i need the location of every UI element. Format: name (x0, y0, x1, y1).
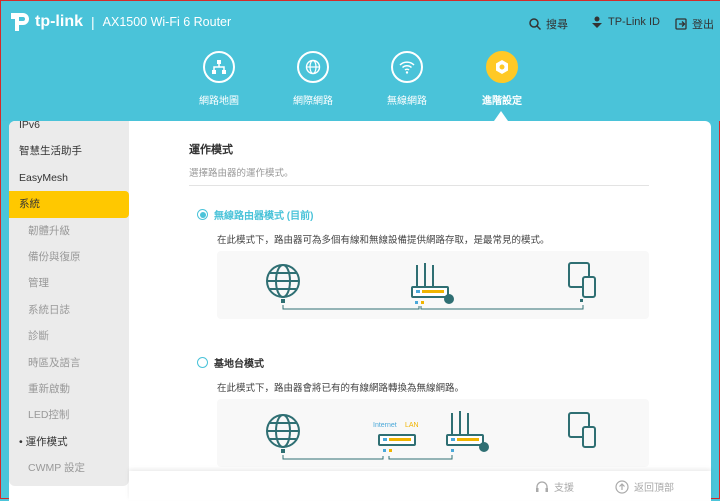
router-icon (446, 411, 489, 452)
tp-link-logo-icon (11, 13, 29, 31)
option-ap-mode[interactable]: 基地台模式 (197, 355, 264, 370)
search-label: 搜尋 (546, 19, 568, 31)
sidebar-item-easymesh[interactable]: EasyMesh (9, 165, 129, 191)
router-icon (411, 263, 454, 304)
sidebar-item-system-log[interactable]: 系統日誌 (9, 297, 129, 323)
logout-icon (675, 18, 687, 30)
page-title: 運作模式 (189, 144, 233, 156)
tp-link-logo[interactable]: tp-link | AX1500 Wi-Fi 6 Router (9, 11, 231, 33)
nav-label: 無線網路 (387, 96, 427, 107)
internet-port-label: Internet (373, 422, 397, 429)
option-label: 基地台模式 (214, 359, 264, 370)
globe-icon (266, 264, 300, 298)
content-panel: IPv6 智慧生活助手 EasyMesh 系統 韌體升級 備份與復原 管理 系統… (9, 121, 711, 501)
nav-advanced[interactable]: 進階設定 (462, 51, 542, 107)
nav-internet[interactable]: 網際網路 (273, 51, 353, 107)
sidebar-item-firmware-upgrade[interactable]: 韌體升級 (9, 218, 129, 244)
logout-label: 登出 (692, 19, 714, 31)
sidebar-item-system[interactable]: 系統 (9, 191, 129, 218)
modem-icon (378, 434, 416, 452)
radio-router-mode[interactable] (197, 209, 208, 220)
globe-icon (266, 414, 300, 448)
option-label: 無線路由器模式 (目前) (214, 211, 314, 222)
nav-label: 進階設定 (482, 96, 522, 107)
support-label: 支援 (554, 483, 574, 494)
back-to-top-link[interactable]: 返回頂部 (615, 479, 674, 494)
router-mode-illustration (217, 251, 649, 319)
support-link[interactable]: 支援 (535, 479, 574, 494)
search-button[interactable]: 搜尋 (529, 16, 568, 32)
page-description: 選擇路由器的運作模式。 (189, 165, 649, 186)
ap-mode-illustration: Internet LAN (217, 399, 649, 467)
lan-port-label: LAN (405, 422, 419, 429)
sidebar-item-operation-mode[interactable]: • 運作模式 (9, 429, 129, 455)
active-nav-indicator (494, 111, 508, 121)
user-icon (592, 16, 602, 28)
logout-button[interactable]: 登出 (675, 16, 714, 32)
sidebar-item-reboot[interactable]: 重新啟動 (9, 376, 129, 402)
option-router-mode[interactable]: 無線路由器模式 (目前) (197, 207, 313, 222)
sidebar-item-smart-assistant[interactable]: 智慧生活助手 (9, 138, 129, 164)
separator: | (91, 14, 95, 30)
brand-name: tp-link (35, 13, 83, 30)
sidebar-item-led-control[interactable]: LED控制 (9, 402, 129, 428)
sidebar-item-cwmp[interactable]: CWMP 設定 (9, 455, 129, 481)
gear-icon (496, 60, 508, 74)
header: tp-link | AX1500 Wi-Fi 6 Router 搜尋 TP-Li… (1, 1, 720, 121)
nav-label: 網際網路 (293, 96, 333, 107)
search-icon (529, 18, 541, 30)
sidebar-item-ipv6[interactable]: IPv6 (9, 121, 129, 138)
sidebar-item-backup-restore[interactable]: 備份與復原 (9, 244, 129, 270)
nav-network-map[interactable]: 網路地圖 (179, 51, 259, 107)
devices-icon (568, 412, 596, 448)
nav-label: 網路地圖 (199, 96, 239, 107)
headset-icon (536, 480, 548, 492)
arrow-up-icon (615, 479, 629, 494)
sidebar-item-administration[interactable]: 管理 (9, 270, 129, 296)
option-description: 在此模式下，路由器會將已有的有線網路轉換為無線網路。 (217, 383, 465, 394)
globe-icon (305, 59, 321, 75)
sidebar-item-diagnostics[interactable]: 診斷 (9, 323, 129, 349)
nav-wireless[interactable]: 無線網路 (367, 51, 447, 107)
footer: 支援 返回頂部 (129, 471, 711, 500)
devices-icon (568, 262, 596, 298)
wifi-icon (399, 61, 415, 74)
tplink-id-button[interactable]: TP-Link ID (591, 16, 660, 28)
sidebar-item-time-language[interactable]: 時區及語言 (9, 350, 129, 376)
tplink-id-label: TP-Link ID (608, 16, 660, 28)
back-to-top-label: 返回頂部 (634, 483, 674, 494)
sidebar: IPv6 智慧生活助手 EasyMesh 系統 韌體升級 備份與復原 管理 系統… (9, 121, 129, 486)
radio-ap-mode[interactable] (197, 357, 208, 368)
network-map-icon (212, 60, 226, 74)
model-name: AX1500 Wi-Fi 6 Router (102, 15, 232, 29)
option-description: 在此模式下，路由器可為多個有線和無線設備提供網路存取，是最常見的模式。 (217, 235, 550, 246)
